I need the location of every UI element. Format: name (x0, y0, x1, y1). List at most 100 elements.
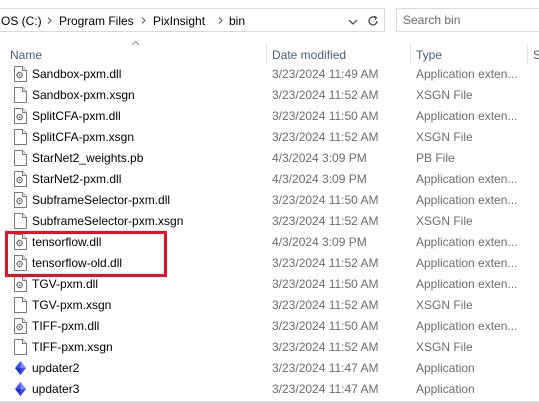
dll-file-icon (14, 192, 27, 208)
file-date: 3/23/2024 11:52 AM (272, 88, 379, 102)
file-date: 4/3/2024 3:09 PM (272, 151, 367, 165)
file-type: Application exten... (416, 109, 518, 123)
file-row[interactable]: SplitCFA-pxm.xsgn 3/23/2024 11:52 AM XSG… (0, 127, 539, 148)
file-name: updater2 (32, 361, 80, 375)
file-name: tensorflow.dll (32, 235, 102, 249)
dll-file-icon (14, 276, 27, 292)
file-date: 3/23/2024 11:52 AM (272, 130, 379, 144)
address-bar-row: OS (C:) Program Files PixInsight bin (0, 0, 539, 40)
blank-file-icon (14, 150, 27, 166)
column-header-row: Name Date modified Type S (0, 40, 539, 64)
file-name: Sandbox-pxm.dll (32, 67, 122, 81)
file-name: TGV-pxm.dll (32, 277, 99, 291)
file-date: 3/23/2024 11:47 AM (272, 382, 379, 396)
dll-file-icon (14, 318, 27, 334)
file-name: TIFF-pxm.dll (32, 319, 100, 333)
breadcrumb-bin[interactable]: bin (229, 14, 245, 28)
file-type: XSGN File (416, 340, 473, 354)
refresh-icon[interactable] (365, 13, 381, 29)
file-name: StarNet2_weights.pb (32, 151, 144, 165)
file-name: tensorflow-old.dll (32, 256, 123, 270)
file-name: SplitCFA-pxm.dll (32, 109, 121, 123)
file-date: 3/23/2024 11:50 AM (272, 193, 379, 207)
file-name: Sandbox-pxm.xsgn (32, 88, 135, 102)
file-type: Application exten... (416, 172, 518, 186)
breadcrumb-pixinsight[interactable]: PixInsight (153, 14, 205, 28)
file-date: 3/23/2024 11:52 AM (272, 214, 379, 228)
file-row[interactable]: StarNet2-pxm.dll 4/3/2024 3:09 PM Applic… (0, 169, 539, 190)
chevron-down-icon[interactable] (346, 17, 360, 27)
file-row[interactable]: Sandbox-pxm.xsgn 3/23/2024 11:52 AM XSGN… (0, 85, 539, 106)
column-header-name[interactable]: Name (10, 48, 42, 62)
dll-file-icon (14, 234, 27, 250)
file-type: XSGN File (416, 88, 473, 102)
file-type: Application exten... (416, 256, 518, 270)
file-row[interactable]: SubframeSelector-pxm.xsgn 3/23/2024 11:5… (0, 211, 539, 232)
file-row[interactable]: updater2 3/23/2024 11:47 AM Application (0, 358, 539, 379)
file-date: 3/23/2024 11:52 AM (272, 298, 379, 312)
file-type: Application exten... (416, 319, 518, 333)
sort-ascending-icon (131, 40, 140, 46)
file-type: Application (416, 382, 475, 396)
file-date: 3/23/2024 11:50 AM (272, 109, 379, 123)
file-type: XSGN File (416, 214, 473, 228)
file-row[interactable]: TGV-pxm.xsgn 3/23/2024 11:52 AM XSGN Fil… (0, 295, 539, 316)
file-row[interactable]: Sandbox-pxm.dll 3/23/2024 11:49 AM Appli… (0, 64, 539, 85)
file-date: 3/23/2024 11:50 AM (272, 319, 379, 333)
file-row[interactable]: updater3 3/23/2024 11:47 AM Application (0, 379, 539, 400)
dll-file-icon (14, 108, 27, 124)
column-divider[interactable] (527, 44, 528, 64)
blank-file-icon (14, 213, 27, 229)
file-date: 3/23/2024 11:49 AM (272, 67, 379, 81)
column-header-date-modified[interactable]: Date modified (272, 48, 346, 62)
file-row[interactable]: StarNet2_weights.pb 4/3/2024 3:09 PM PB … (0, 148, 539, 169)
app-gem-icon (14, 360, 27, 376)
search-box[interactable] (396, 8, 539, 32)
file-date: 4/3/2024 3:09 PM (272, 172, 367, 186)
file-date: 4/3/2024 3:09 PM (272, 235, 367, 249)
column-header-type[interactable]: Type (416, 48, 442, 62)
file-row[interactable]: tensorflow.dll 4/3/2024 3:09 PM Applicat… (0, 232, 539, 253)
file-row[interactable]: SubframeSelector-pxm.dll 3/23/2024 11:50… (0, 190, 539, 211)
file-row[interactable]: TIFF-pxm.dll 3/23/2024 11:50 AM Applicat… (0, 316, 539, 337)
file-row[interactable]: SplitCFA-pxm.dll 3/23/2024 11:50 AM Appl… (0, 106, 539, 127)
file-type: Application exten... (416, 235, 518, 249)
file-type: Application (416, 361, 475, 375)
app-gem-icon (14, 381, 27, 397)
file-date: 3/23/2024 11:52 AM (272, 256, 379, 270)
breadcrumb-program-files[interactable]: Program Files (59, 14, 134, 28)
file-list: Sandbox-pxm.dll 3/23/2024 11:49 AM Appli… (0, 64, 539, 400)
dll-file-icon (14, 66, 27, 82)
file-name: SplitCFA-pxm.xsgn (32, 130, 135, 144)
address-bar[interactable]: OS (C:) Program Files PixInsight bin (0, 8, 385, 32)
file-type: XSGN File (416, 298, 473, 312)
blank-file-icon (14, 87, 27, 103)
file-type: Application exten... (416, 67, 518, 81)
file-type: XSGN File (416, 130, 473, 144)
file-name: SubframeSelector-pxm.dll (32, 193, 171, 207)
breadcrumb-os-drive[interactable]: OS (C:) (1, 14, 42, 28)
column-divider[interactable] (410, 44, 411, 64)
file-name: updater3 (32, 382, 80, 396)
file-name: TGV-pxm.xsgn (32, 298, 112, 312)
blank-file-icon (14, 339, 27, 355)
dll-file-icon (14, 255, 27, 271)
column-header-size[interactable]: S (533, 48, 539, 62)
file-date: 3/23/2024 11:50 AM (272, 277, 379, 291)
file-name: StarNet2-pxm.dll (32, 172, 122, 186)
column-divider[interactable] (266, 44, 267, 64)
chevron-right-icon[interactable] (46, 17, 53, 24)
file-type: Application exten... (416, 277, 518, 291)
file-row[interactable]: TGV-pxm.dll 3/23/2024 11:50 AM Applicati… (0, 274, 539, 295)
file-row[interactable]: TIFF-pxm.xsgn 3/23/2024 11:52 AM XSGN Fi… (0, 337, 539, 358)
file-type: PB File (416, 151, 455, 165)
chevron-right-icon[interactable] (217, 17, 224, 24)
file-date: 3/23/2024 11:47 AM (272, 361, 379, 375)
blank-file-icon (14, 129, 27, 145)
file-row[interactable]: tensorflow-old.dll 3/23/2024 11:52 AM Ap… (0, 253, 539, 274)
search-input[interactable] (403, 13, 533, 27)
chevron-right-icon[interactable] (140, 17, 147, 24)
file-name: SubframeSelector-pxm.xsgn (32, 214, 184, 228)
file-name: TIFF-pxm.xsgn (32, 340, 113, 354)
file-date: 3/23/2024 11:52 AM (272, 340, 379, 354)
